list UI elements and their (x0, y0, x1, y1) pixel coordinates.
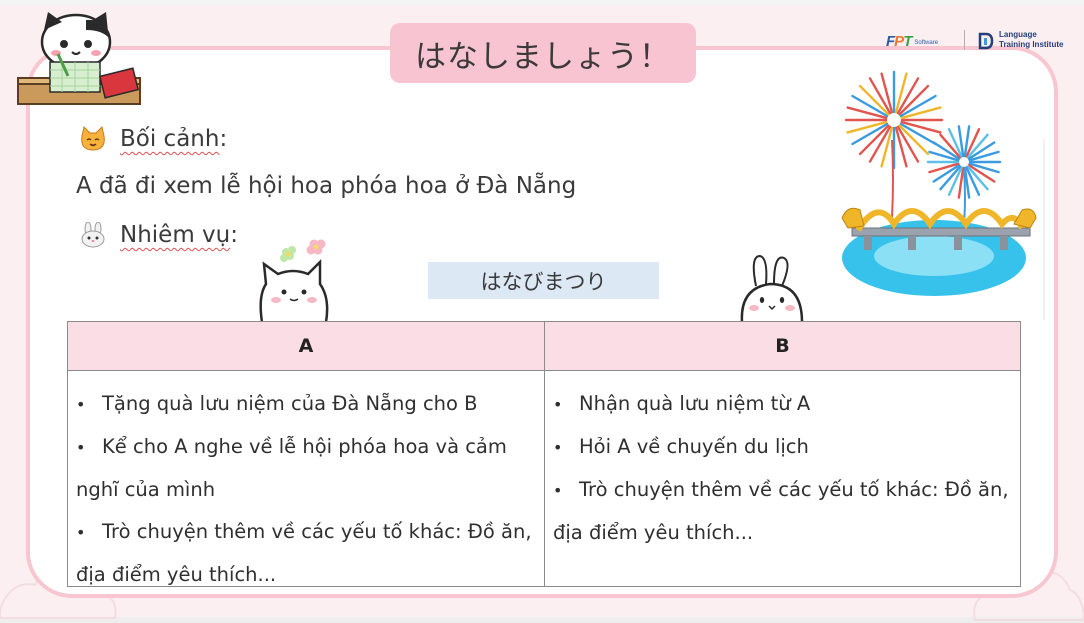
list-item: • Hỏi A về chuyến du lịch (553, 426, 1012, 469)
keyword-box: はなびまつり (428, 262, 659, 299)
lti-logo-text: Language Training Institute (999, 30, 1079, 50)
bullet: • (76, 438, 86, 457)
list-item-text: Kể cho A nghe về lễ hội phóa hoa và cảm … (76, 435, 507, 501)
page-title: はなしましょう！ (390, 23, 696, 83)
context-label: Bối cảnh (120, 126, 220, 152)
flower-icon (280, 246, 296, 262)
context-colon: : (219, 126, 228, 152)
cat-with-flowers-illustration (259, 239, 329, 322)
lti-line2: Training Institute (999, 40, 1064, 49)
top-edge (0, 0, 1084, 6)
role-table: A • Tặng quà lưu niệm của Đà Nẵng cho B •… (67, 321, 1021, 587)
list-item: • Tặng quà lưu niệm của Đà Nẵng cho B (76, 383, 536, 426)
list-item: • Trò chuyện thêm về các yếu tố khác: Đồ … (553, 469, 1012, 554)
cat-studying-illustration (17, 12, 141, 105)
column-header-a: A (68, 322, 544, 371)
column-body-a: • Tặng quà lưu niệm của Đà Nẵng cho B • Kể… (68, 371, 544, 596)
list-item: • Kể cho A nghe về lễ hội phóa hoa và cảm… (76, 426, 536, 511)
bullet: • (553, 395, 563, 414)
fpt-letter-p: P (894, 32, 904, 50)
task-label: Nhiêm vụ (120, 222, 231, 248)
list-item-text: Tặng quà lưu niệm của Đà Nẵng cho B (102, 392, 478, 415)
logo-divider (964, 30, 965, 50)
list-item-text: Trò chuyện thêm về các yếu tố khác: Đồ ă… (553, 478, 1009, 544)
task-heading: Nhiêm vụ: (78, 222, 238, 248)
role-column-b: B • Nhận quà lưu niệm từ A • Hỏi A về chuy… (545, 322, 1020, 586)
fireworks-bridge-illustration (838, 70, 1048, 320)
rabbit-illustration (740, 254, 804, 322)
list-item-text: Nhận quà lưu niệm từ A (579, 392, 811, 415)
bullet: • (76, 395, 86, 414)
lti-logo-icon (978, 32, 994, 50)
bullet: • (553, 438, 563, 457)
task-colon: : (230, 222, 238, 248)
lti-line1: Language (999, 30, 1037, 39)
list-item: • Nhận quà lưu niệm từ A (553, 383, 1012, 426)
rabbit-face-icon (81, 222, 105, 248)
list-item: • Trò chuyện thêm về các yếu tố khác: Đồ … (76, 511, 536, 596)
bullet: • (553, 481, 563, 500)
flower-icon (306, 239, 326, 255)
context-heading: Bối cảnh: (78, 126, 227, 152)
role-column-a: A • Tặng quà lưu niệm của Đà Nẵng cho B •… (68, 322, 545, 586)
fpt-letter-f: F (886, 32, 895, 50)
bullet: • (76, 523, 86, 542)
fpt-letter-t: T (903, 32, 912, 50)
fpt-sub-label: Software (914, 40, 939, 46)
bottom-edge (0, 617, 1084, 623)
column-body-b: • Nhận quà lưu niệm từ A • Hỏi A về chuyến… (545, 371, 1020, 554)
context-text: A đã đi xem lễ hội hoa phóa hoa ở Đà Nẵn… (76, 173, 577, 199)
list-item-text: Trò chuyện thêm về các yếu tố khác: Đồ ă… (76, 520, 532, 586)
list-item-text: Hỏi A về chuyến du lịch (579, 435, 809, 458)
cat-face-icon (81, 126, 105, 151)
column-header-b: B (545, 322, 1020, 371)
fpt-software-logo: FPT Software (886, 31, 938, 51)
brand-logos: FPT Software Language Training Institute (886, 28, 1076, 52)
